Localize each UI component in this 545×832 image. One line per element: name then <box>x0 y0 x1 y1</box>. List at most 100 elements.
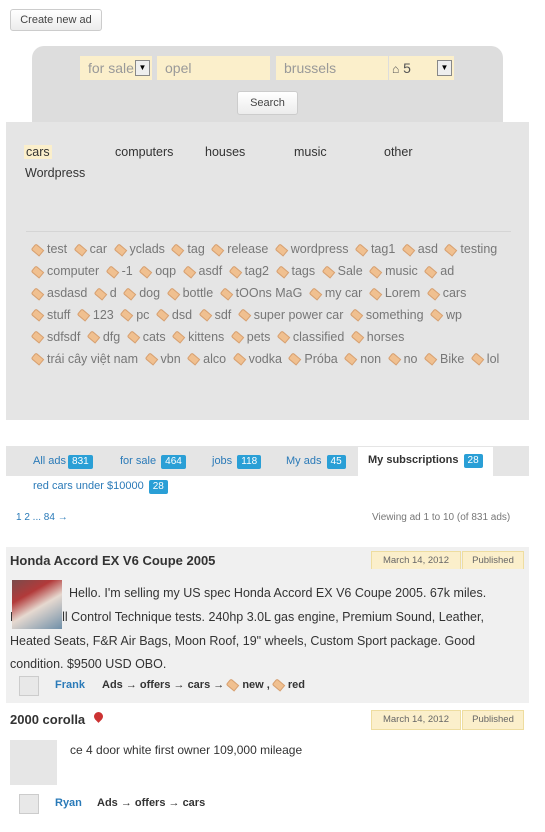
tab-my-ads[interactable]: My ads 45 <box>286 455 346 469</box>
tag-link[interactable]: Sale <box>321 261 363 283</box>
tag-link[interactable]: classified <box>276 327 344 349</box>
tag-link[interactable]: tag2 <box>228 261 269 283</box>
pagination[interactable]: 1 2 ... 84 → <box>16 512 68 523</box>
category-computers[interactable]: computers <box>115 145 173 159</box>
tag-icon <box>211 243 225 257</box>
tag-link[interactable]: non <box>343 349 381 371</box>
tag-link[interactable]: tOOns MaG <box>219 283 302 305</box>
tag-icon <box>73 243 87 257</box>
category-other[interactable]: other <box>384 145 413 159</box>
tag-icon <box>401 243 416 257</box>
tag-link[interactable]: vbn <box>144 349 181 371</box>
tag-link[interactable]: super power car <box>237 305 343 327</box>
radius-value: 5 <box>403 60 411 76</box>
tag-link[interactable]: tags <box>275 261 316 283</box>
tag-link[interactable]: sdfsdf <box>30 327 80 349</box>
subscription-label: red cars under $10000 <box>33 480 144 492</box>
category-music[interactable]: music <box>294 145 327 159</box>
tag-link[interactable]: 123 <box>76 305 114 327</box>
tag-link[interactable]: music <box>368 261 418 283</box>
location-input[interactable]: brussels <box>276 56 388 80</box>
tag-link[interactable]: yclads <box>113 239 165 261</box>
create-new-ad-button[interactable]: Create new ad <box>10 9 102 31</box>
breadcrumb[interactable]: Ads → offers → cars <box>97 797 205 809</box>
tag-link[interactable]: asd <box>401 239 438 261</box>
tag-link[interactable]: computer <box>30 261 99 283</box>
search-query-input[interactable]: opel <box>157 56 270 80</box>
tag-link[interactable]: wordpress <box>274 239 348 261</box>
tag-link[interactable]: oqp <box>138 261 177 283</box>
tag-link[interactable]: bottle <box>166 283 213 305</box>
ad-type-select[interactable]: for sale ▼ <box>80 56 152 80</box>
tag-link[interactable]: asdasd <box>30 283 87 305</box>
tab-jobs[interactable]: jobs 118 <box>212 455 262 469</box>
tag-link[interactable]: wp <box>429 305 462 327</box>
ad-title[interactable]: 2000 corolla <box>10 712 85 727</box>
tag-link[interactable]: dog <box>122 283 161 305</box>
tag-link[interactable]: cats <box>126 327 166 349</box>
status-badge: Published <box>462 551 524 571</box>
tag-link[interactable]: testing <box>444 239 497 261</box>
tag-link[interactable]: car <box>73 239 107 261</box>
tag-label: oqp <box>155 263 177 278</box>
tag-link[interactable]: cars <box>426 283 466 305</box>
tab-my-subscriptions[interactable]: My subscriptions 28 <box>358 447 493 476</box>
tag-link[interactable]: horses <box>350 327 404 349</box>
tag-link[interactable]: tag1 <box>354 239 395 261</box>
tag-icon <box>30 265 45 279</box>
tag-link[interactable]: pc <box>119 305 149 327</box>
tag-link[interactable]: asdf <box>182 261 222 283</box>
tag-link[interactable]: tag <box>171 239 205 261</box>
author-link[interactable]: Frank <box>55 679 85 691</box>
tag-link[interactable]: alco <box>186 349 226 371</box>
ad-thumbnail[interactable] <box>12 580 62 629</box>
tag-icon <box>275 265 289 279</box>
avatar <box>19 794 39 814</box>
tag-label: dfg <box>102 329 121 344</box>
tag-link[interactable]: -1 <box>105 261 133 283</box>
ad-title[interactable]: Honda Accord EX V6 Coupe 2005 <box>10 553 215 568</box>
tag-link[interactable]: lol <box>470 349 499 371</box>
tag-link[interactable]: Bike <box>423 349 464 371</box>
tag-icon <box>387 352 401 366</box>
tag-link[interactable]: Próba <box>288 349 338 371</box>
tag-link[interactable]: sdf <box>198 305 231 327</box>
author-link[interactable]: Ryan <box>55 797 82 809</box>
search-button[interactable]: Search <box>237 91 298 115</box>
tag-label: music <box>385 263 418 278</box>
tab-for-sale[interactable]: for sale 464 <box>120 455 186 469</box>
radius-select[interactable]: ⌂ 5 ▼ <box>389 56 454 80</box>
tag-link[interactable]: my car <box>308 283 362 305</box>
tag-link[interactable]: no <box>387 349 418 371</box>
tag-link[interactable]: test <box>30 239 67 261</box>
tag-icon <box>113 243 127 257</box>
category-wordpress[interactable]: Wordpress <box>25 166 85 180</box>
tag-icon <box>343 352 358 366</box>
ad-tag[interactable]: red <box>288 679 305 691</box>
tab-all-ads[interactable]: All ads 831 <box>33 455 93 469</box>
tag-link[interactable]: pets <box>230 327 270 349</box>
tag-link[interactable]: release <box>211 239 268 261</box>
category-cars[interactable]: cars <box>24 145 52 159</box>
tag-icon <box>321 265 335 279</box>
tag-icon <box>30 243 45 257</box>
tag-label: dog <box>139 285 161 300</box>
tag-link[interactable]: dfg <box>86 327 121 349</box>
tag-link[interactable]: something <box>349 305 424 327</box>
subscription-link[interactable]: red cars under $10000 28 <box>33 480 168 494</box>
tag-link[interactable]: kittens <box>171 327 224 349</box>
category-houses[interactable]: houses <box>205 145 245 159</box>
tag-link[interactable]: dsd <box>155 305 192 327</box>
tag-link[interactable]: stuff <box>30 305 70 327</box>
ad-tag[interactable]: new <box>242 679 263 691</box>
tag-link[interactable]: Lorem <box>368 283 420 305</box>
tag-link[interactable]: ad <box>423 261 454 283</box>
tag-icon <box>186 352 201 366</box>
tag-link[interactable]: trái cây việt nam <box>30 349 138 371</box>
count-badge: 831 <box>68 455 93 469</box>
breadcrumb[interactable]: Ads → offers → cars → new , red <box>102 678 305 692</box>
tag-label: tags <box>291 263 316 278</box>
tag-link[interactable]: vodka <box>232 349 282 371</box>
ad-thumbnail[interactable] <box>10 740 57 785</box>
tag-link[interactable]: d <box>93 283 117 305</box>
